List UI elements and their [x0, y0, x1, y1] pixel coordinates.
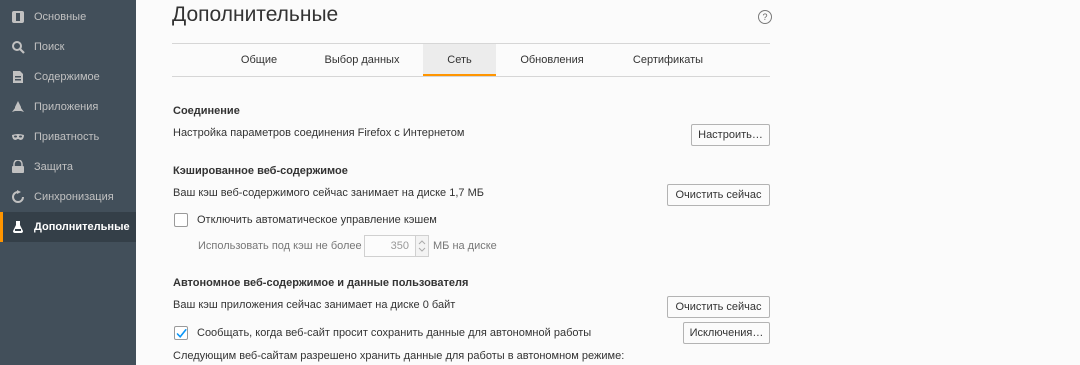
tab-network[interactable]: Сеть: [423, 44, 496, 77]
tab-data-choices[interactable]: Выбор данных: [312, 44, 412, 77]
clear-offline-button[interactable]: Очистить сейчас: [667, 296, 770, 318]
cache-section-title: Кэшированное веб-содержимое: [173, 165, 348, 177]
advanced-icon: [10, 219, 26, 235]
sidebar-item-label: Приложения: [34, 101, 99, 113]
security-icon: [10, 159, 26, 175]
offline-section-title: Автономное веб-содержимое и данные польз…: [173, 277, 469, 289]
sidebar-item-label: Синхронизация: [34, 191, 114, 203]
offline-usage-text: Ваш кэш приложения сейчас занимает на ди…: [173, 299, 456, 311]
sidebar-item-label: Содержимое: [34, 71, 100, 83]
connection-settings-button[interactable]: Настроить…: [691, 124, 770, 146]
offline-allowed-sites-label: Следующим веб-сайтам разрешено хранить д…: [173, 350, 625, 362]
clear-cache-button[interactable]: Очистить сейчас: [667, 184, 770, 206]
connection-section-title: Соединение: [173, 105, 240, 117]
offline-exceptions-button[interactable]: Исключения…: [683, 322, 770, 344]
tab-general[interactable]: Общие: [224, 44, 294, 77]
sidebar-item-search[interactable]: Поиск: [0, 32, 136, 62]
cache-limit-unit: МБ на диске: [433, 240, 497, 252]
cache-usage-text: Ваш кэш веб-содержимого сейчас занимает …: [173, 187, 484, 199]
sidebar-item-general[interactable]: Основные: [0, 2, 136, 32]
content-icon: [10, 69, 26, 85]
sidebar-item-label: Защита: [34, 161, 73, 173]
sync-icon: [10, 189, 26, 205]
cache-override-label: Отключить автоматическое управление кэше…: [197, 214, 437, 226]
help-icon[interactable]: ?: [758, 10, 772, 24]
sidebar-item-content[interactable]: Содержимое: [0, 62, 136, 92]
applications-icon: [10, 99, 26, 115]
cache-override-checkbox[interactable]: [174, 213, 188, 227]
sidebar-item-sync[interactable]: Синхронизация: [0, 182, 136, 212]
sidebar-item-label: Основные: [34, 11, 87, 23]
tabs-divider: [172, 76, 770, 77]
page-title: Дополнительные: [172, 3, 339, 26]
sidebar-item-label: Поиск: [34, 41, 65, 53]
tab-update[interactable]: Обновления: [507, 44, 597, 77]
sidebar-item-security[interactable]: Защита: [0, 152, 136, 182]
offline-notify-checkbox[interactable]: [174, 326, 188, 340]
tab-certificates[interactable]: Сертификаты: [620, 44, 716, 77]
cache-limit-label: Использовать под кэш не более: [198, 240, 362, 252]
privacy-mask-icon: [10, 129, 26, 145]
connection-description: Настройка параметров соединения Firefox …: [173, 127, 465, 139]
sidebar-item-applications[interactable]: Приложения: [0, 92, 136, 122]
checkmark-icon: [176, 329, 187, 339]
sidebar-item-label: Дополнительные: [34, 221, 130, 233]
general-icon: [10, 9, 26, 25]
sidebar-item-advanced[interactable]: Дополнительные: [0, 212, 136, 242]
sidebar-item-privacy[interactable]: Приватность: [0, 122, 136, 152]
search-icon: [10, 39, 26, 55]
sidebar-item-label: Приватность: [34, 131, 100, 143]
sidebar: Основные Поиск Содержимое Приложения При…: [0, 0, 136, 365]
cache-size-stepper[interactable]: [416, 235, 429, 257]
cache-size-input[interactable]: 350: [364, 235, 416, 257]
offline-notify-label: Сообщать, когда веб-сайт просит сохранит…: [197, 327, 592, 339]
